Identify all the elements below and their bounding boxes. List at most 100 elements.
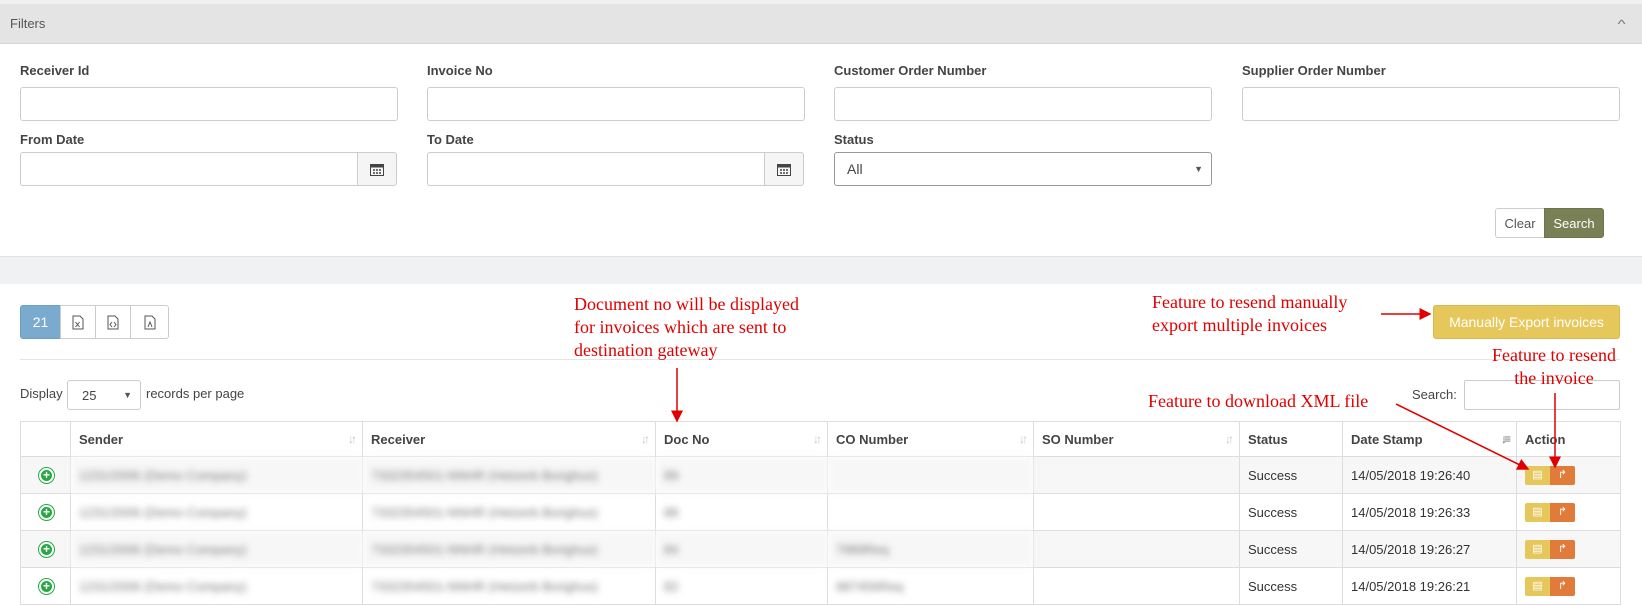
invoice-no-label: Invoice No bbox=[427, 63, 493, 78]
export-pdf-button[interactable] bbox=[130, 305, 169, 339]
doc-no-annotation: Document no will be displayed for invoic… bbox=[574, 293, 799, 362]
invoices-table: Sender ↓↑ Receiver ↓↑ Doc No ↓↑ CO Number ↓↑… bbox=[20, 421, 1621, 605]
expand-column-header bbox=[20, 421, 71, 457]
export-xml-button[interactable] bbox=[95, 305, 131, 339]
result-count-button[interactable]: 21 bbox=[20, 305, 61, 339]
sort-icon: ↓↑ bbox=[813, 431, 822, 446]
co-number-column-header[interactable]: CO Number ↓↑ bbox=[827, 421, 1034, 457]
so-number-cell bbox=[1033, 456, 1240, 494]
action-cell: ▤ ↱ bbox=[1516, 530, 1621, 568]
export-excel-button[interactable] bbox=[60, 305, 96, 339]
sender-cell: 1231/2006 (Demo Company) bbox=[70, 567, 363, 605]
expand-cell: + bbox=[20, 493, 71, 531]
customer-order-number-label: Customer Order Number bbox=[834, 63, 987, 78]
manually-export-invoices-button[interactable]: Manually Export invoices bbox=[1433, 305, 1620, 339]
resend-multiple-annotation: Feature to resend manually export multip… bbox=[1152, 291, 1347, 337]
sender-column-header[interactable]: Sender ↓↑ bbox=[70, 421, 363, 457]
so-number-column-header[interactable]: SO Number ↓↑ bbox=[1033, 421, 1240, 457]
doc-no-cell: 89 bbox=[655, 456, 828, 494]
filters-header[interactable]: Filters ^ bbox=[0, 4, 1642, 44]
expand-row-icon[interactable]: + bbox=[39, 505, 54, 520]
table-row: + 1231/2006 (Demo Company) 7332354501-NN… bbox=[20, 456, 1621, 494]
expand-row-icon[interactable]: + bbox=[39, 542, 54, 557]
status-select-value: All bbox=[847, 161, 863, 177]
from-date-calendar-button[interactable] bbox=[357, 152, 397, 186]
to-date-label: To Date bbox=[427, 132, 474, 147]
status-label: Status bbox=[834, 132, 874, 147]
sort-desc-icon: ↓≡ bbox=[1500, 431, 1511, 446]
sender-cell: 1231/2006 (Demo Company) bbox=[70, 493, 363, 531]
receiver-id-input[interactable] bbox=[20, 87, 398, 121]
resend-invoice-button[interactable]: ↱ bbox=[1550, 502, 1575, 522]
date-stamp-cell: 14/05/2018 19:26:27 bbox=[1342, 530, 1517, 568]
supplier-order-number-input[interactable] bbox=[1242, 87, 1620, 121]
calendar-icon bbox=[777, 163, 791, 176]
resend-invoice-button[interactable]: ↱ bbox=[1550, 539, 1575, 559]
receiver-cell: 7332354501-NNHR (Hetzerb Borighus) bbox=[362, 493, 656, 531]
action-cell: ▤ ↱ bbox=[1516, 456, 1621, 494]
page-size-select[interactable]: 25 ▼ bbox=[67, 380, 141, 410]
to-date-input[interactable] bbox=[427, 152, 765, 186]
download-xml-button[interactable]: ▤ bbox=[1525, 465, 1550, 485]
sender-cell: 1231/2006 (Demo Company) bbox=[70, 456, 363, 494]
from-date-input[interactable] bbox=[20, 152, 358, 186]
table-row: + 1231/2006 (Demo Company) 7332354501-NN… bbox=[20, 493, 1621, 531]
action-cell: ▤ ↱ bbox=[1516, 567, 1621, 605]
date-stamp-header-label: Date Stamp bbox=[1351, 431, 1423, 447]
chevron-up-icon[interactable]: ^ bbox=[1618, 17, 1634, 31]
sort-icon: ↓↑ bbox=[1019, 431, 1028, 446]
expand-cell: + bbox=[20, 456, 71, 494]
receiver-column-header[interactable]: Receiver ↓↑ bbox=[362, 421, 656, 457]
table-row: + 1231/2006 (Demo Company) 7332354501-NN… bbox=[20, 567, 1621, 605]
receiver-header-label: Receiver bbox=[371, 431, 426, 447]
resend-multiple-annotation-line: Feature to resend manually bbox=[1152, 292, 1348, 312]
sort-icon: ↓↑ bbox=[641, 431, 650, 446]
doc-no-header-label: Doc No bbox=[664, 431, 710, 447]
date-stamp-column-header[interactable]: Date Stamp ↓≡ bbox=[1342, 421, 1517, 457]
download-xml-button[interactable]: ▤ bbox=[1525, 502, 1550, 522]
sender-header-label: Sender bbox=[79, 431, 124, 447]
status-cell: Success bbox=[1239, 567, 1343, 605]
doc-no-column-header[interactable]: Doc No ↓↑ bbox=[655, 421, 828, 457]
filters-title: Filters bbox=[10, 16, 46, 31]
receiver-cell: 7332354501-NNHR (Hetzerb Borighus) bbox=[362, 530, 656, 568]
sort-icon: ↓↑ bbox=[1225, 431, 1234, 446]
so-number-cell bbox=[1033, 530, 1240, 568]
table-header-row: Sender ↓↑ Receiver ↓↑ Doc No ↓↑ CO Number ↓↑… bbox=[20, 421, 1621, 457]
expand-row-icon[interactable]: + bbox=[39, 468, 54, 483]
invoice-no-input[interactable] bbox=[427, 87, 805, 121]
doc-no-cell: 82 bbox=[655, 567, 828, 605]
receiver-cell: 7332354501-NNHR (Hetzerb Borighus) bbox=[362, 456, 656, 494]
expand-row-icon[interactable]: + bbox=[39, 579, 54, 594]
page-size-value: 25 bbox=[82, 387, 97, 403]
customer-order-number-input[interactable] bbox=[834, 87, 1212, 121]
table-search-label: Search: bbox=[1412, 387, 1457, 402]
filters-panel: Filters ^ Receiver Id Invoice No Custome… bbox=[0, 4, 1642, 257]
receiver-cell: 7332354501-NNHR (Hetzerb Borighus) bbox=[362, 567, 656, 605]
status-cell: Success bbox=[1239, 456, 1343, 494]
download-xml-button[interactable]: ▤ bbox=[1525, 539, 1550, 559]
to-date-calendar-button[interactable] bbox=[764, 152, 804, 186]
co-number-header-label: CO Number bbox=[836, 431, 909, 447]
status-header-label: Status bbox=[1248, 431, 1288, 447]
status-column-header[interactable]: Status bbox=[1239, 421, 1343, 457]
status-cell: Success bbox=[1239, 530, 1343, 568]
resend-invoice-button[interactable]: ↱ bbox=[1550, 576, 1575, 596]
resend-multiple-annotation-line: export multiple invoices bbox=[1152, 315, 1327, 335]
clear-button[interactable]: Clear bbox=[1495, 208, 1545, 238]
resend-invoice-button[interactable]: ↱ bbox=[1550, 465, 1575, 485]
doc-no-cell: 88 bbox=[655, 493, 828, 531]
sort-icon: ↓↑ bbox=[348, 431, 357, 446]
doc-no-annotation-line: for invoices which are sent to bbox=[574, 317, 787, 337]
download-xml-button[interactable]: ▤ bbox=[1525, 576, 1550, 596]
expand-cell: + bbox=[20, 567, 71, 605]
date-stamp-cell: 14/05/2018 19:26:21 bbox=[1342, 567, 1517, 605]
results-panel: 21 Manually Export invoices Display 25 ▼… bbox=[0, 284, 1642, 606]
status-select[interactable]: All ▼ bbox=[834, 152, 1212, 186]
co-number-cell bbox=[827, 493, 1034, 531]
supplier-order-number-label: Supplier Order Number bbox=[1242, 63, 1386, 78]
excel-file-icon bbox=[72, 315, 84, 329]
search-button[interactable]: Search bbox=[1544, 208, 1604, 238]
expand-cell: + bbox=[20, 530, 71, 568]
calendar-icon bbox=[370, 163, 384, 176]
